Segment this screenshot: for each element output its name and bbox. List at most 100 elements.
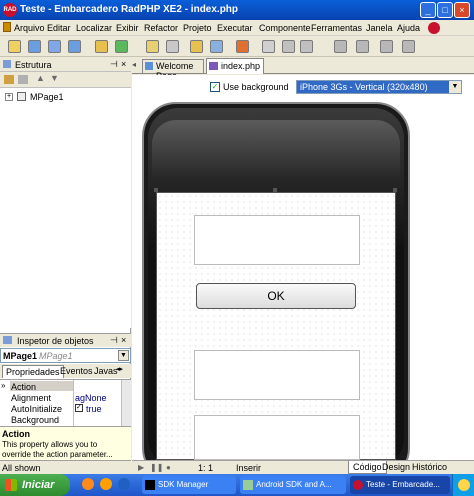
save-icon[interactable] <box>48 40 61 53</box>
help-text: This property allows you to override the… <box>2 440 113 459</box>
forward-icon[interactable] <box>356 40 369 53</box>
prop-value-alignment[interactable]: agNone <box>75 393 107 403</box>
tab-javascript[interactable]: Javas <box>94 366 118 376</box>
page-panel-bottom[interactable] <box>194 415 360 460</box>
close-panel-icon[interactable]: × <box>121 335 126 345</box>
back-icon[interactable] <box>334 40 347 53</box>
prop-name-alignment[interactable]: Alignment <box>11 393 51 403</box>
pause-icon[interactable]: ❚❚ <box>150 463 163 472</box>
minimize-icon[interactable]: _ <box>420 2 436 18</box>
windows-logo-icon <box>5 479 17 491</box>
prop-name-autoinitialize[interactable]: AutoInitialize <box>11 404 62 414</box>
status-all-shown: All shown <box>2 463 41 473</box>
title-bar: Teste - Embarcadero RadPHP XE2 - index.p… <box>0 0 474 20</box>
selected-object-class: MPage1 <box>39 351 73 361</box>
inspector-header: Inspetor de objetos ⊣ × <box>0 333 131 347</box>
expand-icon[interactable]: + <box>5 93 13 101</box>
add-icon[interactable] <box>115 40 128 53</box>
php-file-icon <box>209 62 218 70</box>
app-logo-icon: RAD <box>3 3 17 17</box>
edit-icon[interactable] <box>146 40 159 53</box>
media-icon[interactable] <box>100 478 112 490</box>
menu-arquivo[interactable]: Arquivo <box>14 23 45 33</box>
task-sdk-manager[interactable]: SDK Manager <box>142 476 236 494</box>
task-android-sdk[interactable]: Android SDK and A... <box>240 476 346 494</box>
structure-toolbar: ▲ ▼ <box>0 72 131 88</box>
open-project-icon[interactable] <box>28 40 41 53</box>
prop-name-background[interactable]: Background <box>11 415 59 425</box>
tab-scroll-left-icon[interactable]: ◂ <box>132 60 136 69</box>
page-panel-middle[interactable] <box>194 350 360 400</box>
selection-handle[interactable] <box>393 188 397 192</box>
close-panel-icon[interactable]: × <box>121 59 126 69</box>
tray-icon[interactable] <box>458 479 470 491</box>
up-arrow-icon[interactable]: ▲ <box>36 73 45 83</box>
menu-refactor[interactable]: Refactor <box>144 23 178 33</box>
tab-index-php[interactable]: index.php <box>206 58 264 74</box>
down-arrow-icon[interactable]: ▼ <box>50 73 59 83</box>
menu-ferramentas[interactable]: Ferramentas <box>311 23 362 33</box>
tab-design[interactable]: Design <box>382 462 410 472</box>
inspector-title: Inspetor de objetos <box>17 336 94 346</box>
pin-icon[interactable]: ⊣ <box>110 59 118 70</box>
tab-codigo[interactable]: Código <box>348 461 387 474</box>
menu-componente[interactable]: Componente <box>259 23 311 33</box>
next-icon[interactable] <box>402 40 415 53</box>
menu-janela[interactable]: Janela <box>366 23 393 33</box>
tab-index-label: index.php <box>221 61 261 71</box>
tab-historico[interactable]: Histórico <box>412 462 447 472</box>
selection-handle[interactable] <box>154 188 158 192</box>
prop-name-action[interactable]: Action <box>11 382 36 392</box>
expand-icon[interactable]: » <box>1 381 5 390</box>
view-icon[interactable] <box>166 40 179 53</box>
start-button[interactable]: Iniciar <box>0 474 70 496</box>
folder-icon[interactable] <box>4 75 14 84</box>
new-icon[interactable] <box>8 40 21 53</box>
menu-ajuda[interactable]: Ajuda <box>397 23 420 33</box>
record-icon[interactable]: ● <box>166 463 171 472</box>
structure-tree: + MPage1 <box>0 88 131 328</box>
scrollbar[interactable] <box>121 380 131 427</box>
firefox-icon[interactable] <box>82 478 94 490</box>
pin-icon[interactable]: ⊣ <box>110 335 118 346</box>
tab-welcome-page[interactable]: Welcome Page <box>142 59 204 81</box>
selection-handle[interactable] <box>273 188 277 192</box>
menu-projeto[interactable]: Projeto <box>183 23 212 33</box>
ok-button[interactable]: OK <box>196 283 356 309</box>
task-radphp[interactable]: Teste - Embarcade... <box>350 476 450 494</box>
run-icon[interactable] <box>236 40 249 53</box>
folder-add-icon[interactable] <box>18 75 28 84</box>
menu-grip-icon <box>3 22 11 32</box>
step-over-icon[interactable] <box>300 40 313 53</box>
menu-exibir[interactable]: Exibir <box>116 23 139 33</box>
tab-scroll-icon[interactable]: ◂▸ <box>116 365 123 373</box>
inspector-object-select[interactable]: MPage1 MPage1 ▼ <box>0 348 131 363</box>
page-panel-top[interactable] <box>194 215 360 265</box>
browser-icon[interactable] <box>118 478 130 490</box>
menu-editar[interactable]: Editar <box>47 23 71 33</box>
tree-item-mpage1[interactable]: MPage1 <box>30 92 64 102</box>
help-title: Action <box>2 429 30 439</box>
folder-icon[interactable] <box>190 40 203 53</box>
menu-localizar[interactable]: Localizar <box>76 23 112 33</box>
chevron-down-icon[interactable]: ▼ <box>118 350 129 361</box>
prev-icon[interactable] <box>380 40 393 53</box>
autoinitialize-checkbox[interactable]: ✓ <box>75 404 83 412</box>
close-icon[interactable]: × <box>454 2 470 18</box>
save-all-icon[interactable] <box>68 40 81 53</box>
prop-value-autoinitialize[interactable]: true <box>86 404 102 414</box>
tab-propriedades[interactable]: Propriedades <box>2 365 64 378</box>
play-icon[interactable]: ▶ <box>138 463 144 472</box>
pause-icon[interactable] <box>262 40 275 53</box>
chevron-down-icon[interactable]: ▼ <box>449 81 461 93</box>
maximize-icon[interactable]: □ <box>437 2 453 18</box>
form-icon[interactable] <box>210 40 223 53</box>
device-select[interactable]: iPhone 3Gs - Vertical (320x480) ▼ <box>296 80 462 94</box>
tab-eventos[interactable]: Eventos <box>60 366 93 376</box>
system-tray[interactable] <box>452 474 474 496</box>
step-icon[interactable] <box>282 40 295 53</box>
open-icon[interactable] <box>95 40 108 53</box>
menu-executar[interactable]: Executar <box>217 23 253 33</box>
left-status-bar: All shown <box>0 460 131 474</box>
use-background-checkbox[interactable]: ✓ <box>210 82 220 92</box>
